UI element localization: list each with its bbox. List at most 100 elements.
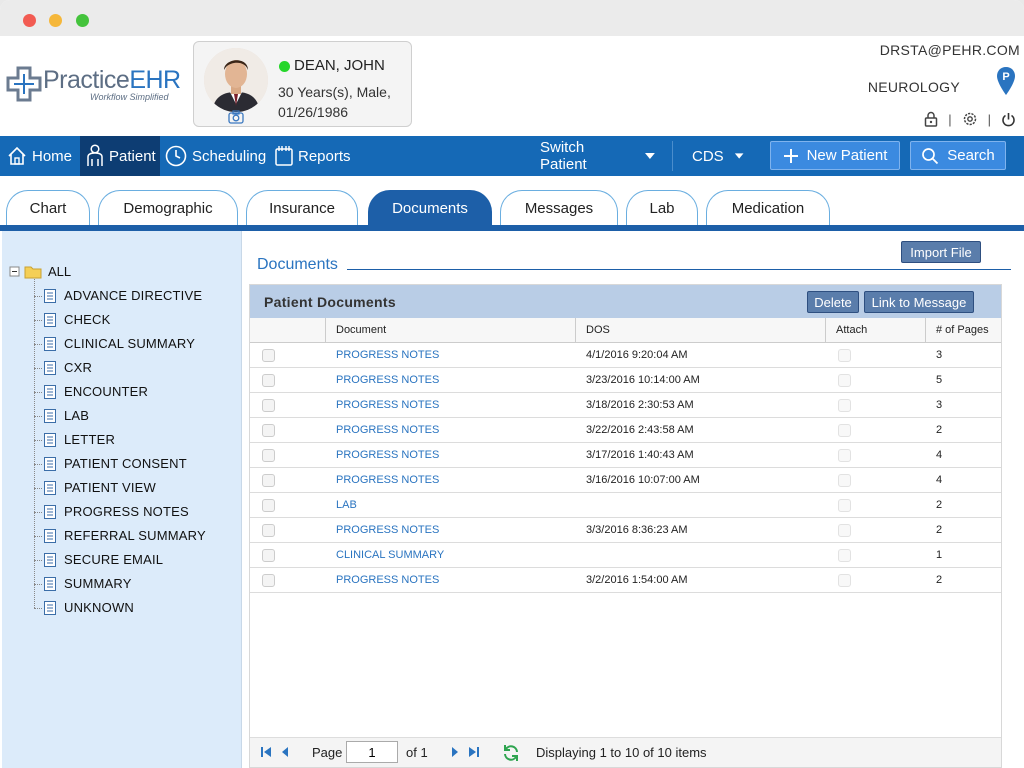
tree-item[interactable]: CHECK [44, 312, 111, 327]
column-header-dos[interactable]: DOS [576, 318, 826, 343]
table-row[interactable]: PROGRESS NOTES 4/1/2016 9:20:04 AM 3 [250, 343, 1001, 368]
row-select-checkbox[interactable] [262, 523, 275, 537]
last-page-icon[interactable] [468, 745, 480, 759]
tree-item[interactable]: PROGRESS NOTES [44, 504, 189, 519]
tree-item[interactable]: CXR [44, 360, 92, 375]
tab-demographic[interactable]: Demographic [98, 190, 238, 225]
gear-icon[interactable] [962, 111, 978, 127]
table-row[interactable]: PROGRESS NOTES 3/22/2016 2:43:58 AM 2 [250, 418, 1001, 443]
delete-button[interactable]: Delete [807, 291, 859, 313]
attach-checkbox [838, 348, 851, 362]
row-select-checkbox[interactable] [262, 548, 275, 562]
column-header-document[interactable]: Document [326, 318, 576, 343]
tab-insurance[interactable]: Insurance [246, 190, 358, 225]
document-link[interactable]: PROGRESS NOTES [326, 468, 576, 492]
document-link[interactable]: CLINICAL SUMMARY [326, 543, 576, 567]
row-select-checkbox[interactable] [262, 373, 275, 387]
camera-icon[interactable] [228, 110, 244, 124]
table-row[interactable]: PROGRESS NOTES 3/2/2016 1:54:00 AM 2 [250, 568, 1001, 593]
close-window-button[interactable] [23, 14, 36, 27]
nav-home[interactable]: Home [6, 136, 78, 176]
tree-item[interactable]: PATIENT VIEW [44, 480, 156, 495]
dos-cell: 4/1/2016 9:20:04 AM [586, 349, 688, 361]
tree-item[interactable]: UNKNOWN [44, 600, 134, 615]
tree-item-label: CXR [64, 360, 93, 375]
table-row[interactable]: LAB 2 [250, 493, 1001, 518]
table-row[interactable]: PROGRESS NOTES 3/17/2016 1:40:43 AM 4 [250, 443, 1001, 468]
tab-medication[interactable]: Medication [706, 190, 830, 225]
patient-tabs: Chart Demographic Insurance Documents Me… [0, 176, 1024, 231]
patient-age-gender: 30 Years(s), Male, [278, 84, 391, 100]
tree-item[interactable]: SUMMARY [44, 576, 132, 591]
document-link[interactable]: PROGRESS NOTES [326, 443, 576, 467]
row-select-checkbox[interactable] [262, 398, 275, 412]
tree-item-label: LAB [64, 408, 90, 423]
table-row[interactable]: PROGRESS NOTES 3/23/2016 10:14:00 AM 5 [250, 368, 1001, 393]
tree-item[interactable]: REFERRAL SUMMARY [44, 528, 206, 543]
import-file-button[interactable]: Import File [901, 241, 981, 263]
first-page-icon[interactable] [260, 745, 272, 759]
column-header-pages[interactable]: # of Pages [926, 318, 1001, 343]
table-row[interactable]: PROGRESS NOTES 3/18/2016 2:30:53 AM 3 [250, 393, 1001, 418]
table-row[interactable]: PROGRESS NOTES 3/16/2016 10:07:00 AM 4 [250, 468, 1001, 493]
tab-messages[interactable]: Messages [500, 190, 618, 225]
attach-cell [826, 368, 926, 392]
lock-icon[interactable] [924, 111, 938, 127]
document-link[interactable]: LAB [326, 493, 576, 517]
previous-page-icon[interactable] [280, 745, 290, 759]
cds-dropdown[interactable]: CDS [692, 136, 748, 176]
nav-separator [672, 141, 673, 171]
document-link[interactable]: PROGRESS NOTES [326, 343, 576, 367]
column-header-attach[interactable]: Attach [826, 318, 926, 343]
link-to-message-button[interactable]: Link to Message [864, 291, 974, 313]
new-patient-button[interactable]: New Patient [770, 141, 900, 170]
tree-item[interactable]: ADVANCE DIRECTIVE [44, 288, 202, 303]
tab-lab[interactable]: Lab [626, 190, 698, 225]
document-icon [44, 576, 56, 591]
switch-patient-dropdown[interactable]: Switch Patient [540, 136, 660, 176]
document-link[interactable]: PROGRESS NOTES [326, 518, 576, 542]
row-select-checkbox[interactable] [262, 573, 275, 587]
power-icon[interactable] [1001, 112, 1016, 127]
table-row[interactable]: PROGRESS NOTES 3/3/2016 8:36:23 AM 2 [250, 518, 1001, 543]
location-pin-icon[interactable]: P [996, 66, 1016, 96]
tree-root-all[interactable]: ALL [9, 264, 71, 279]
tree-item[interactable]: CLINICAL SUMMARY [44, 336, 195, 351]
nav-reports[interactable]: Reports [274, 136, 354, 176]
tree-item[interactable]: LAB [44, 408, 89, 423]
tree-item-label: LETTER [64, 432, 116, 447]
row-select-checkbox[interactable] [262, 473, 275, 487]
attach-checkbox [838, 523, 851, 537]
collapse-icon[interactable] [9, 266, 21, 278]
tab-chart[interactable]: Chart [6, 190, 90, 225]
row-select-checkbox[interactable] [262, 448, 275, 462]
page-number-input[interactable] [346, 741, 398, 763]
document-icon [44, 552, 56, 567]
document-link[interactable]: PROGRESS NOTES [326, 368, 576, 392]
nav-patient-label: Patient [109, 147, 156, 165]
nav-scheduling[interactable]: Scheduling [164, 136, 268, 176]
nav-scheduling-label: Scheduling [192, 147, 267, 165]
tree-item-label: REFERRAL SUMMARY [64, 528, 206, 543]
table-row[interactable]: CLINICAL SUMMARY 1 [250, 543, 1001, 568]
row-select-checkbox[interactable] [262, 423, 275, 437]
cds-label: CDS [692, 147, 724, 165]
tree-item[interactable]: ENCOUNTER [44, 384, 148, 399]
refresh-icon[interactable] [502, 744, 520, 762]
next-page-icon[interactable] [450, 745, 460, 759]
tree-item[interactable]: LETTER [44, 432, 115, 447]
search-button[interactable]: Search [910, 141, 1006, 170]
document-link[interactable]: PROGRESS NOTES [326, 418, 576, 442]
document-link[interactable]: PROGRESS NOTES [326, 393, 576, 417]
tree-item[interactable]: SECURE EMAIL [44, 552, 163, 567]
attach-cell [826, 468, 926, 492]
nav-patient[interactable]: Patient [80, 136, 160, 176]
app-logo[interactable]: PracticeEHR Workflow Simplified [6, 66, 186, 106]
maximize-window-button[interactable] [76, 14, 89, 27]
row-select-checkbox[interactable] [262, 498, 275, 512]
row-select-checkbox[interactable] [262, 348, 275, 362]
tree-item[interactable]: PATIENT CONSENT [44, 456, 187, 471]
document-link[interactable]: PROGRESS NOTES [326, 568, 576, 592]
tab-documents[interactable]: Documents [368, 190, 492, 225]
minimize-window-button[interactable] [49, 14, 62, 27]
